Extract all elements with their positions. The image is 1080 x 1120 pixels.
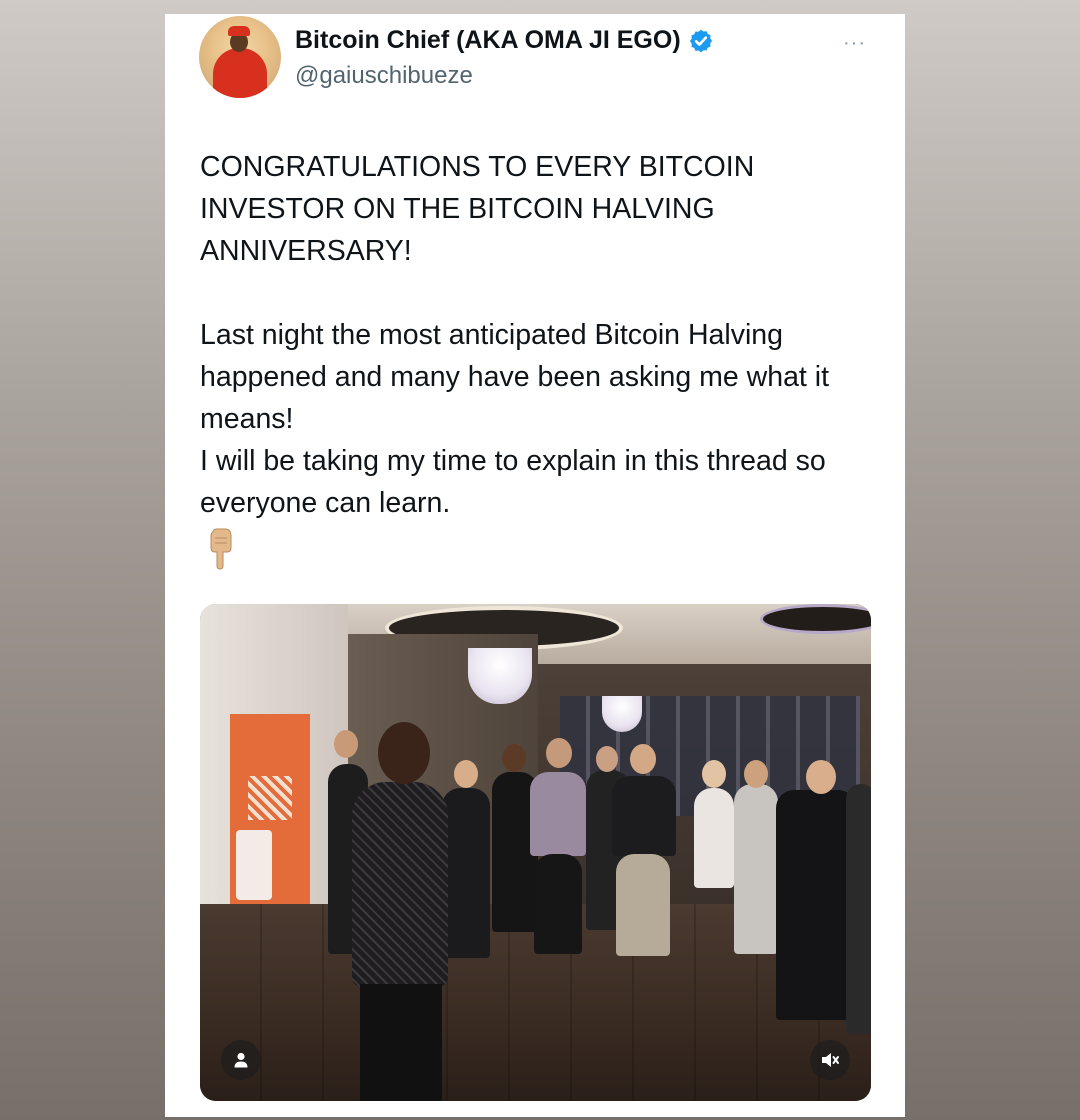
author-avatar[interactable] <box>199 16 281 98</box>
speaker-figure <box>352 782 448 987</box>
avatar-figure-cap <box>228 26 250 36</box>
tweet-paragraph-1: CONGRATULATIONS TO EVERY BITCOIN INVESTO… <box>200 151 755 267</box>
author-name-row[interactable]: Bitcoin Chief (AKA OMA JI EGO) <box>295 26 714 55</box>
verified-badge-icon <box>689 29 712 52</box>
speaker-muted-icon <box>822 1053 839 1067</box>
more-options-icon[interactable]: ··· <box>843 32 866 55</box>
tweet-media-image[interactable] <box>200 604 871 1101</box>
person-icon <box>234 1052 248 1068</box>
event-banner <box>230 714 310 910</box>
author-name[interactable]: Bitcoin Chief (AKA OMA JI EGO) <box>295 26 681 55</box>
tweet-paragraph-3: I will be taking my time to explain in t… <box>200 445 826 519</box>
tweet-paragraph-2: Last night the most anticipated Bitcoin … <box>200 319 830 435</box>
tweet-text: CONGRATULATIONS TO EVERY BITCOIN INVESTO… <box>200 146 880 524</box>
mute-button[interactable] <box>810 1040 850 1080</box>
avatar-figure-robe <box>213 48 267 98</box>
author-handle[interactable]: @gaiuschibueze <box>295 62 473 90</box>
pointing-down-emoji <box>210 528 232 570</box>
tag-people-button[interactable] <box>221 1040 261 1080</box>
tweet-card: Bitcoin Chief (AKA OMA JI EGO) @gaiuschi… <box>165 14 905 1117</box>
